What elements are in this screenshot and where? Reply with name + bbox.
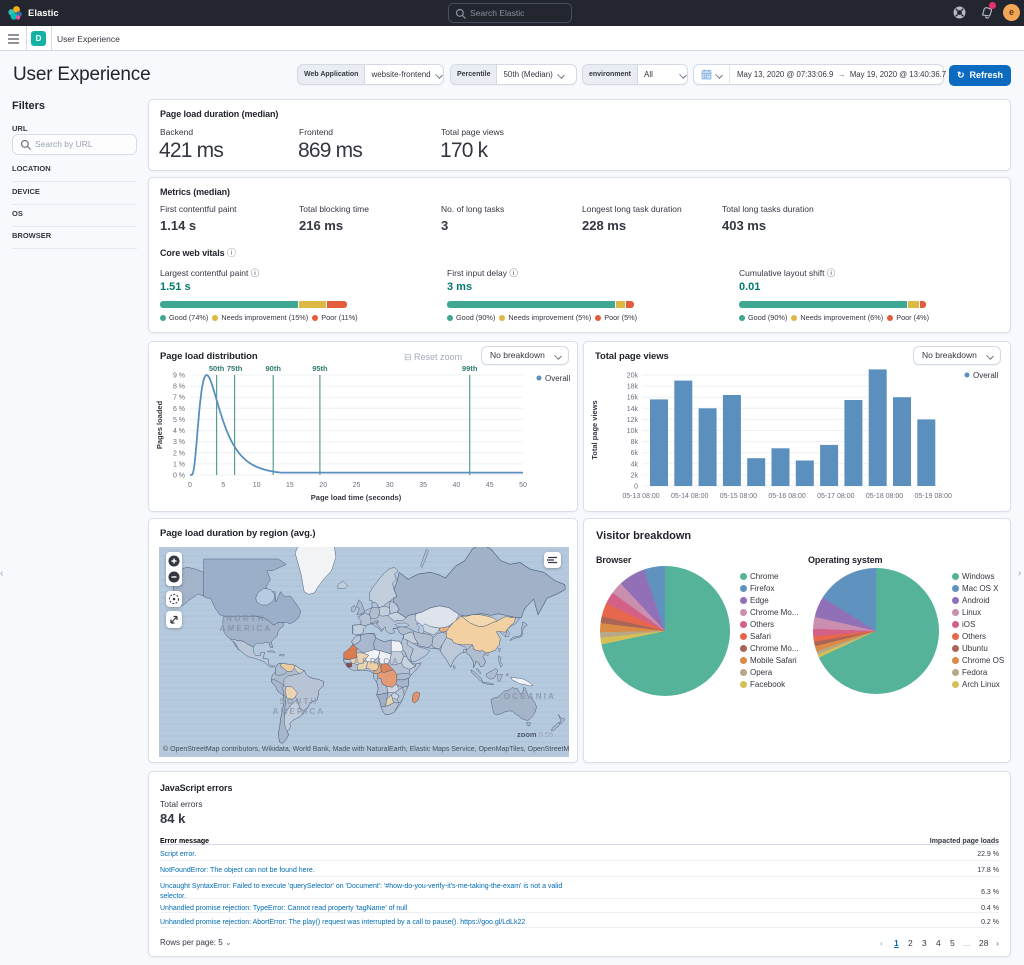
- svg-text:50th: 50th: [209, 364, 225, 373]
- svg-text:SOUTH: SOUTH: [280, 697, 319, 706]
- svg-text:0: 0: [634, 484, 638, 491]
- svg-text:5 %: 5 %: [173, 417, 185, 424]
- svg-text:7 %: 7 %: [173, 395, 185, 402]
- svg-text:1 %: 1 %: [173, 461, 185, 468]
- svg-text:05-19 08:00: 05-19 08:00: [915, 493, 952, 500]
- svg-text:2 %: 2 %: [173, 450, 185, 457]
- svg-text:14k: 14k: [627, 406, 639, 413]
- svg-text:75th: 75th: [227, 364, 243, 373]
- svg-text:8 %: 8 %: [173, 384, 185, 391]
- svg-text:Pages loaded: Pages loaded: [155, 400, 164, 449]
- svg-text:5: 5: [221, 482, 225, 489]
- svg-text:05-14 08:00: 05-14 08:00: [671, 493, 708, 500]
- svg-text:Overall: Overall: [545, 374, 571, 383]
- svg-text:AFRICA: AFRICA: [353, 656, 400, 666]
- svg-text:4k: 4k: [631, 461, 639, 468]
- svg-text:50: 50: [519, 482, 527, 489]
- svg-text:Page load time (seconds): Page load time (seconds): [311, 493, 402, 502]
- svg-text:20k: 20k: [627, 373, 639, 380]
- svg-text:0 %: 0 %: [173, 473, 185, 480]
- svg-text:05-16 08:00: 05-16 08:00: [768, 493, 805, 500]
- svg-text:45: 45: [486, 482, 494, 489]
- svg-text:6 %: 6 %: [173, 406, 185, 413]
- svg-text:© OpenStreetMap contributors,: © OpenStreetMap contributors, Wikidata, …: [163, 745, 569, 753]
- svg-text:25: 25: [353, 482, 361, 489]
- svg-text:99th: 99th: [462, 364, 478, 373]
- svg-text:05-13 08:00: 05-13 08:00: [622, 493, 659, 500]
- svg-text:05-17 08:00: 05-17 08:00: [817, 493, 854, 500]
- svg-text:AMERICA: AMERICA: [273, 707, 326, 716]
- svg-text:Total page views: Total page views: [590, 400, 599, 459]
- svg-text:8k: 8k: [631, 439, 639, 446]
- svg-text:3 %: 3 %: [173, 439, 185, 446]
- svg-text:Overall: Overall: [973, 371, 999, 380]
- svg-text:20: 20: [319, 482, 327, 489]
- svg-text:35: 35: [419, 482, 427, 489]
- svg-text:AMERICA: AMERICA: [220, 624, 273, 633]
- svg-text:zoom 0.55: zoom 0.55: [517, 730, 553, 739]
- svg-text:05-18 08:00: 05-18 08:00: [866, 493, 903, 500]
- svg-text:05-15 08:00: 05-15 08:00: [720, 493, 757, 500]
- svg-text:4 %: 4 %: [173, 428, 185, 435]
- svg-text:18k: 18k: [627, 384, 639, 391]
- svg-text:OCEANIA: OCEANIA: [504, 692, 556, 701]
- svg-text:30: 30: [386, 482, 394, 489]
- svg-text:9 %: 9 %: [173, 373, 185, 380]
- svg-text:2k: 2k: [631, 472, 639, 479]
- svg-text:10: 10: [253, 482, 261, 489]
- svg-text:0: 0: [188, 482, 192, 489]
- svg-text:95th: 95th: [312, 364, 328, 373]
- svg-text:15: 15: [286, 482, 294, 489]
- svg-text:90th: 90th: [265, 364, 281, 373]
- svg-text:6k: 6k: [631, 450, 639, 457]
- svg-text:16k: 16k: [627, 395, 639, 402]
- svg-text:40: 40: [453, 482, 461, 489]
- svg-text:12k: 12k: [627, 417, 639, 424]
- svg-text:10k: 10k: [627, 428, 639, 435]
- svg-text:NORTH: NORTH: [226, 614, 265, 623]
